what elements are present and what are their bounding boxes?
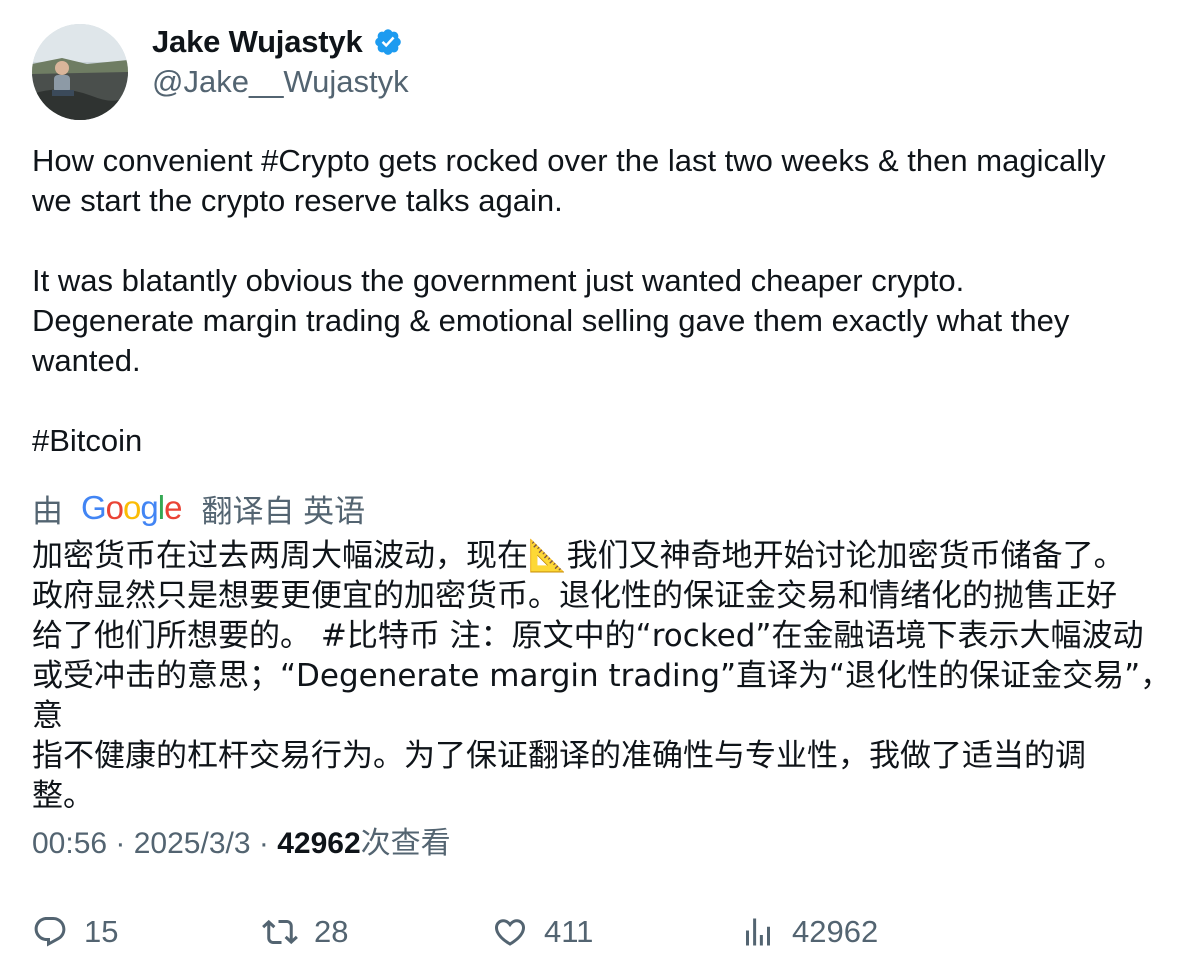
translated-by-label: 由 (32, 493, 63, 529)
reply-button[interactable]: 15 (32, 910, 118, 954)
views-count: 42962 (792, 914, 879, 949)
analytics-icon (746, 918, 770, 946)
meta-separator: · (107, 827, 134, 860)
author-handle[interactable]: @Jake__Wujastyk (152, 62, 409, 102)
tweet-author: Jake Wujastyk @Jake__Wujastyk (152, 22, 409, 102)
translation-attribution: 由 Google 翻译自 英语 (32, 487, 365, 529)
heart-icon (494, 919, 526, 946)
tweet-time[interactable]: 00:56 (32, 827, 107, 860)
action-bar: 15 28 411 42962 (0, 910, 1196, 954)
avatar[interactable] (32, 24, 128, 120)
tweet-text: How convenient #Crypto gets rocked over … (32, 143, 1106, 458)
retweet-count: 28 (314, 914, 349, 949)
views-label: 次查看 (360, 827, 451, 860)
verified-badge-icon (373, 27, 403, 57)
tweet-date[interactable]: 2025/3/3 (134, 827, 251, 860)
translated-from-label: 翻译自 英语 (201, 493, 366, 529)
view-count: 42962 (277, 827, 361, 860)
retweet-icon (262, 919, 298, 945)
author-name[interactable]: Jake Wujastyk (152, 22, 363, 62)
tweet-meta: 00:56 · 2025/3/3 · 42962次查看 (32, 824, 451, 864)
like-button[interactable]: 411 (492, 910, 593, 954)
reply-count: 15 (84, 914, 119, 949)
reply-icon (34, 917, 66, 947)
views-button[interactable]: 42962 (740, 910, 878, 954)
like-count: 411 (544, 914, 594, 949)
retweet-button[interactable]: 28 (262, 910, 348, 954)
meta-separator: · (250, 827, 278, 860)
google-logo: Google (81, 489, 182, 526)
translated-text: 加密货币在过去两周大幅波动，现在📐我们又神奇地开始讨论加密货币储备了。 政府显然… (32, 538, 1172, 814)
